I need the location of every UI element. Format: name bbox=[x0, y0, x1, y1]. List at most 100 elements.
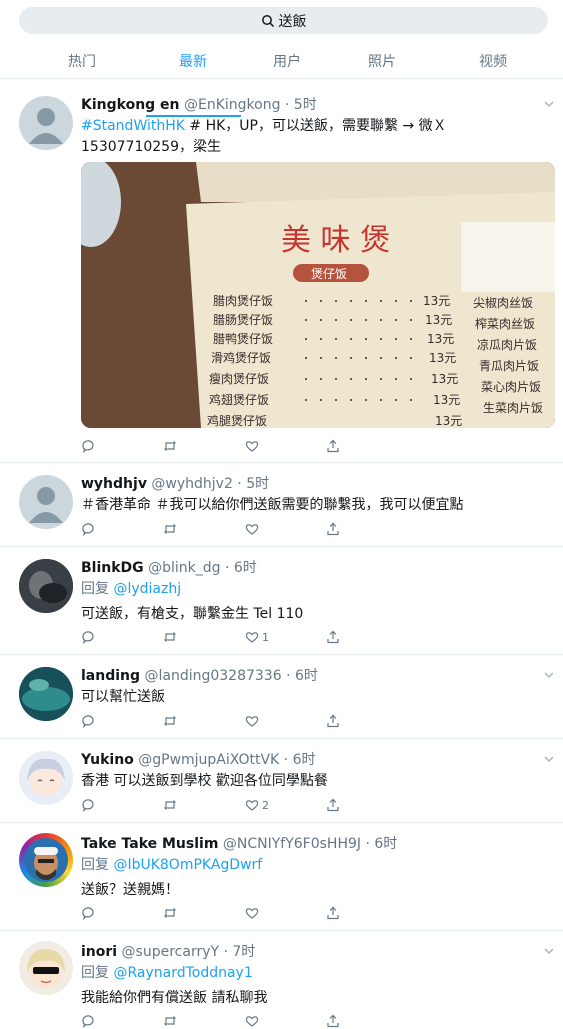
tweet-text: #StandWithHK # HK，UP，可以送飯，需要聯繫 → 微Ｘ bbox=[81, 115, 447, 135]
like-button[interactable] bbox=[245, 438, 259, 454]
share-button[interactable] bbox=[326, 521, 340, 537]
tab-users[interactable]: 用户 bbox=[252, 51, 322, 71]
user-handle: @blink_dg bbox=[148, 560, 221, 576]
avatar[interactable] bbox=[19, 96, 73, 150]
reply-icon bbox=[82, 799, 94, 812]
reply-icon bbox=[82, 715, 94, 728]
chevron-down-icon[interactable] bbox=[543, 669, 555, 681]
retweet-button[interactable] bbox=[163, 629, 177, 645]
reply-button[interactable] bbox=[81, 521, 95, 537]
reply-context: 回复 @RaynardToddnay1 bbox=[81, 962, 253, 982]
tab-videos[interactable]: 视频 bbox=[458, 51, 528, 71]
like-button[interactable] bbox=[245, 1013, 259, 1029]
heart-icon bbox=[245, 800, 259, 811]
menu-item: 鸡翅煲仔饭 bbox=[209, 392, 269, 407]
like-button[interactable] bbox=[245, 713, 259, 729]
reply-icon bbox=[82, 1015, 94, 1028]
menu-item: 滑鸡煲仔饭 bbox=[211, 350, 271, 365]
tweet-time: · 6时 bbox=[279, 752, 316, 768]
reply-button[interactable] bbox=[81, 629, 95, 645]
tab-latest[interactable]: 最新 bbox=[158, 51, 228, 71]
heart-icon bbox=[245, 524, 259, 535]
menu-item-right: 凉瓜肉片饭 bbox=[477, 337, 537, 352]
retweet-button[interactable] bbox=[163, 713, 177, 729]
like-button[interactable] bbox=[245, 521, 259, 537]
tweet-time: · 6时 bbox=[220, 560, 257, 576]
tweet-header: landing @landing03287336 · 6时 bbox=[81, 665, 318, 685]
tweet[interactable]: Kingkong en @EnKingkong · 5时 #StandWithH… bbox=[0, 84, 563, 463]
menu-price: 13元 bbox=[427, 332, 454, 346]
reply-icon bbox=[82, 907, 94, 920]
menu-price: 13元 bbox=[433, 393, 460, 407]
avatar[interactable] bbox=[19, 941, 73, 995]
retweet-button[interactable] bbox=[163, 797, 177, 813]
user-name[interactable]: landing bbox=[81, 668, 140, 684]
share-button[interactable] bbox=[326, 713, 340, 729]
chevron-down-icon[interactable] bbox=[543, 945, 555, 957]
hashtag-link[interactable]: #StandWithHK bbox=[81, 118, 185, 134]
tweet-photo[interactable]: 美 味 煲 煲仔饭 腊肉煲仔饭 13元 腊肠煲仔饭 13元 腊鸭煲仔饭 13元 … bbox=[81, 162, 555, 428]
user-name[interactable]: inori bbox=[81, 944, 117, 960]
photo-avatar-icon bbox=[19, 559, 73, 613]
share-icon bbox=[327, 714, 339, 728]
like-button[interactable]: 2 bbox=[245, 797, 269, 813]
tweet-actions: 2 bbox=[81, 797, 361, 813]
tweet-text: 我能給你們有償送飯 請私聊我 bbox=[81, 990, 268, 1006]
reply-mention-link[interactable]: @lydiazhj bbox=[113, 581, 181, 597]
avatar[interactable] bbox=[19, 559, 73, 613]
avatar[interactable] bbox=[19, 751, 73, 805]
menu-item-right: 菜心肉片饭 bbox=[481, 380, 541, 394]
like-button[interactable]: 1 bbox=[245, 629, 269, 645]
tweet[interactable]: wyhdhjv @wyhdhjv2 · 5时 ＃香港革命 ＃我可以給你們送飯需要… bbox=[0, 463, 563, 547]
tweet[interactable]: inori @supercarryY · 7时 回复 @RaynardToddn… bbox=[0, 931, 563, 1028]
reply-button[interactable] bbox=[81, 713, 95, 729]
user-name[interactable]: BlinkDG bbox=[81, 560, 144, 576]
share-button[interactable] bbox=[326, 1013, 340, 1029]
share-button[interactable] bbox=[326, 629, 340, 645]
retweet-button[interactable] bbox=[163, 1013, 177, 1029]
like-button[interactable] bbox=[245, 905, 259, 921]
menu-item: 腊肠煲仔饭 bbox=[213, 312, 273, 327]
reply-mention-link[interactable]: @IbUK8OmPKAgDwrf bbox=[113, 857, 262, 873]
share-button[interactable] bbox=[326, 797, 340, 813]
user-name[interactable]: Take Take Muslim bbox=[81, 836, 218, 852]
reply-mention-link[interactable]: @RaynardToddnay1 bbox=[113, 965, 252, 981]
reply-icon bbox=[82, 631, 94, 644]
user-name[interactable]: wyhdhjv bbox=[81, 476, 147, 492]
tweet[interactable]: Take Take Muslim @NCNIYfY6F0sHH9J · 6时 回… bbox=[0, 823, 563, 931]
retweet-button[interactable] bbox=[163, 438, 177, 454]
tweet-time: · 6时 bbox=[281, 668, 318, 684]
retweet-icon bbox=[164, 524, 176, 534]
avatar[interactable] bbox=[19, 475, 73, 529]
reply-button[interactable] bbox=[81, 1013, 95, 1029]
heart-icon bbox=[245, 441, 259, 452]
tweet-time: · 5时 bbox=[280, 97, 317, 113]
avatar[interactable] bbox=[19, 833, 73, 887]
tweet[interactable]: landing @landing03287336 · 6时 可以幫忙送飯 bbox=[0, 655, 563, 739]
reply-button[interactable] bbox=[81, 797, 95, 813]
reply-button[interactable] bbox=[81, 905, 95, 921]
tweet[interactable]: Yukino @gPwmjupAiXOttVK · 6时 香港 可以送飯到學校 … bbox=[0, 739, 563, 823]
tab-photos[interactable]: 照片 bbox=[347, 51, 417, 71]
share-button[interactable] bbox=[326, 438, 340, 454]
anime-avatar-icon bbox=[19, 751, 73, 805]
retweet-button[interactable] bbox=[163, 521, 177, 537]
user-name[interactable]: Kingkong en bbox=[81, 97, 180, 113]
chevron-down-icon[interactable] bbox=[543, 98, 555, 110]
share-button[interactable] bbox=[326, 905, 340, 921]
menu-price: 13元 bbox=[435, 414, 462, 428]
menu-item-right: 青瓜肉片饭 bbox=[479, 359, 539, 373]
reply-button[interactable] bbox=[81, 438, 95, 454]
tweet-header: wyhdhjv @wyhdhjv2 · 5时 bbox=[81, 473, 269, 493]
avatar[interactable] bbox=[19, 667, 73, 721]
search-input[interactable]: 送飯 bbox=[19, 7, 548, 34]
search-icon bbox=[261, 14, 274, 27]
tab-hot[interactable]: 热门 bbox=[47, 51, 117, 71]
tweet-text: ＃香港革命 ＃我可以給你們送飯需要的聯繫我，我可以便宜點 bbox=[81, 497, 464, 513]
tweet-actions bbox=[81, 713, 361, 729]
retweet-button[interactable] bbox=[163, 905, 177, 921]
chevron-down-icon[interactable] bbox=[543, 753, 555, 765]
user-name[interactable]: Yukino bbox=[81, 752, 134, 768]
like-count: 2 bbox=[262, 798, 269, 812]
tweet[interactable]: BlinkDG @blink_dg · 6时 回复 @lydiazhj 可送飯，… bbox=[0, 547, 563, 655]
